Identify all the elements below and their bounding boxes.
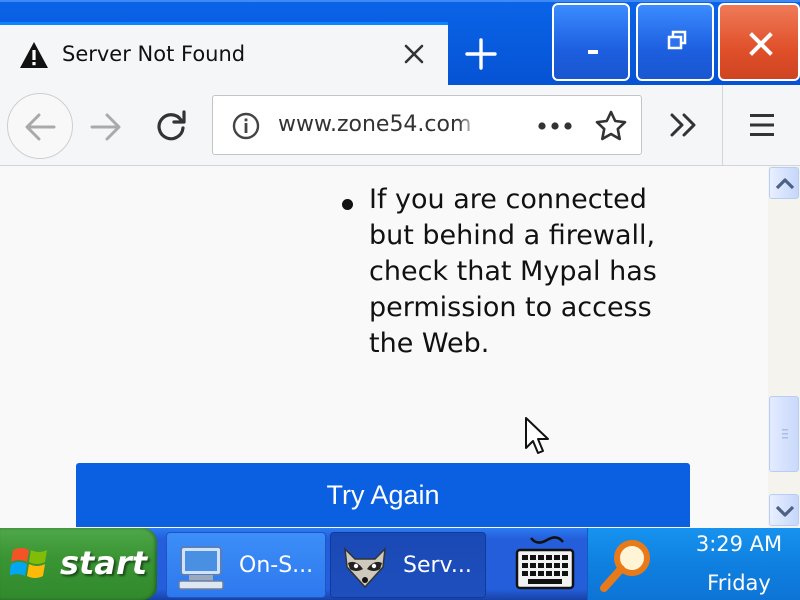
windows-logo-icon <box>10 548 47 578</box>
close-icon <box>749 32 773 56</box>
taskbar-item-server-not-found[interactable]: Serv... <box>330 532 486 598</box>
taskbar-item-label: Serv... <box>403 553 472 578</box>
mouse-cursor-icon <box>525 417 549 454</box>
raccoon-mypal-icon <box>344 546 386 589</box>
back-button[interactable] <box>7 93 73 159</box>
keyboard-icon[interactable] <box>515 536 575 592</box>
url-text[interactable]: www.zone54.com <box>278 112 478 137</box>
navigation-toolbar: www.zone54.com <box>0 85 800 166</box>
reload-icon[interactable] <box>153 108 189 144</box>
list-bullet <box>342 199 353 210</box>
back-arrow-icon <box>25 113 56 141</box>
close-window-button[interactable] <box>718 3 800 81</box>
restore-icon <box>667 30 687 50</box>
firewall-hint-text: If you are connected but behind a firewa… <box>369 184 657 359</box>
onscreen-keyboard-monitor-icon <box>178 546 224 590</box>
url-bar[interactable]: www.zone54.com <box>212 95 642 155</box>
title-bar: Server Not Found <box>0 0 800 85</box>
minimize-button[interactable] <box>552 3 630 81</box>
restore-button[interactable] <box>636 3 714 81</box>
forward-arrow-icon[interactable] <box>86 107 126 147</box>
double-chevron-icon[interactable] <box>668 110 700 140</box>
info-icon[interactable] <box>231 111 261 141</box>
grip-icon <box>782 429 788 439</box>
tab-server-not-found[interactable]: Server Not Found <box>0 22 448 85</box>
chevron-down-icon <box>775 505 795 517</box>
scroll-thumb[interactable] <box>769 396 799 472</box>
scroll-down-button[interactable] <box>769 494 799 526</box>
start-label: start <box>60 544 148 582</box>
tab-title: Server Not Found <box>62 42 246 66</box>
search-magnifier-icon[interactable] <box>596 536 656 596</box>
tab-close-icon[interactable] <box>399 39 429 69</box>
star-icon[interactable] <box>594 109 628 143</box>
chevron-up-icon <box>775 178 795 190</box>
try-again-button[interactable]: Try Again <box>76 463 690 527</box>
clock-day: Friday <box>707 571 771 595</box>
start-button[interactable]: start <box>0 528 157 600</box>
taskbar-item-label: On-S... <box>239 553 314 578</box>
new-tab-plus-icon[interactable] <box>455 30 507 78</box>
minimize-icon <box>588 50 598 54</box>
system-tray: 3:29 AM Friday <box>587 528 800 600</box>
clock-time[interactable]: 3:29 AM <box>684 532 794 556</box>
hamburger-menu-icon[interactable] <box>748 111 776 139</box>
page-content: If you are connected but behind a firewa… <box>0 166 768 528</box>
taskbar: start On-S... Serv... 3:29 AM Friday <box>0 528 800 600</box>
more-dots-icon[interactable] <box>537 116 573 136</box>
toolbar-divider <box>722 85 723 165</box>
vertical-scrollbar[interactable] <box>768 166 800 528</box>
taskbar-item-onscreen-keyboard[interactable]: On-S... <box>166 532 326 598</box>
warning-icon <box>20 42 48 68</box>
scroll-up-button[interactable] <box>769 167 799 199</box>
